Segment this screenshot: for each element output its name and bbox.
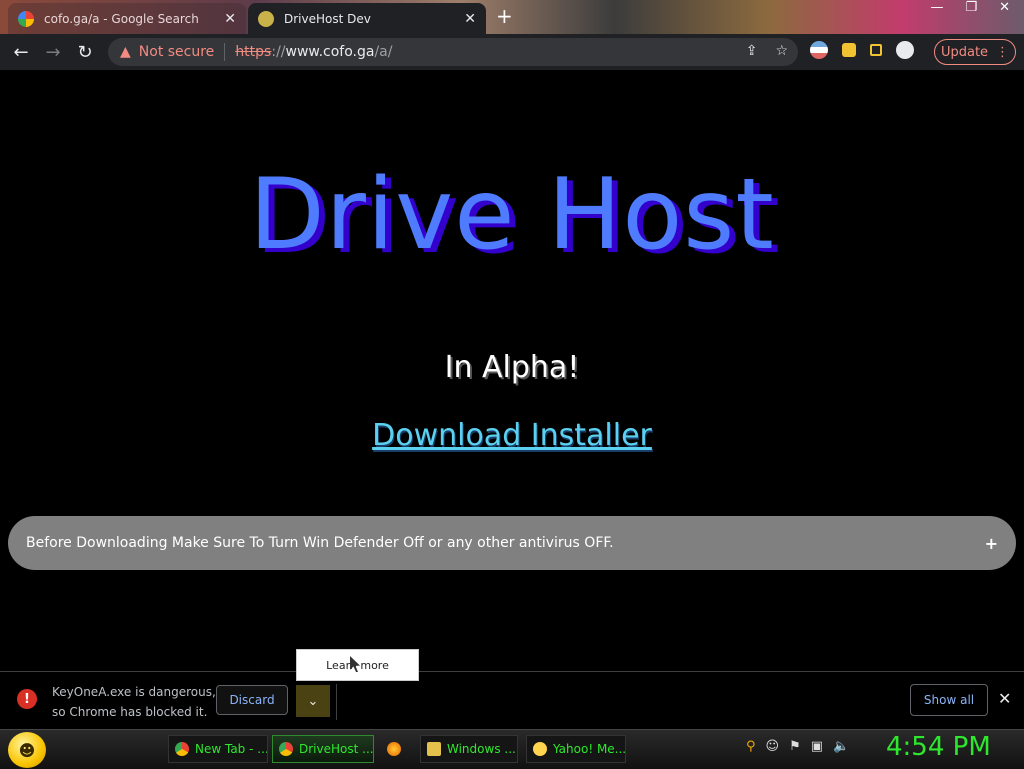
close-shelf-icon[interactable]: ✕ <box>998 689 1011 708</box>
download-shelf: ! KeyOneA.exe is dangerous, so Chrome ha… <box>0 671 1024 730</box>
bookmark-star-icon[interactable]: ☆ <box>775 43 788 59</box>
taskbar-item-firefox[interactable] <box>380 735 414 763</box>
expand-plus-icon[interactable]: + <box>985 534 998 553</box>
danger-icon: ! <box>17 689 37 709</box>
taskbar-item-new-tab[interactable]: New Tab - ... <box>168 735 268 763</box>
yahoo-icon <box>533 742 547 756</box>
security-indicator[interactable]: Not secure <box>139 44 215 60</box>
page-subtitle: In Alpha! <box>444 350 580 385</box>
taskbar-item-label: Yahoo! Me... <box>553 742 626 756</box>
omnibox-actions: ⇪ ☆ <box>746 43 788 59</box>
page-title: Drive Host <box>249 158 775 272</box>
back-icon[interactable]: ← <box>10 42 32 63</box>
share-icon[interactable]: ⇪ <box>746 43 758 59</box>
taskbar-clock[interactable]: 4:54 PM <box>886 732 991 762</box>
taskbar-item-label: New Tab - ... <box>195 742 268 756</box>
close-icon[interactable]: ✕ <box>464 11 476 27</box>
minimize-icon[interactable]: — <box>930 0 943 15</box>
url-separator: :// <box>271 44 286 60</box>
taskbar-item-drivehost[interactable]: DriveHost ... <box>272 735 374 763</box>
shelf-divider <box>336 684 337 720</box>
warning-icon: ▲ <box>120 44 131 60</box>
notice-text: Before Downloading Make Sure To Turn Win… <box>26 535 614 551</box>
site-favicon-icon <box>258 10 274 27</box>
url-scheme: https <box>235 44 272 60</box>
window-controls: — ❐ ✕ <box>930 0 1010 15</box>
close-icon[interactable]: ✕ <box>224 11 236 27</box>
warning-line-2: so Chrome has blocked it. <box>52 705 208 719</box>
discard-button[interactable]: Discard <box>216 685 288 715</box>
flag-icon[interactable]: ⚑ <box>789 739 801 754</box>
taskbar-item-label: DriveHost ... <box>299 742 374 756</box>
tab-title: cofo.ga/a - Google Search <box>44 11 199 26</box>
new-tab-button[interactable]: + <box>496 4 513 28</box>
restore-icon[interactable]: ❐ <box>965 0 977 15</box>
chrome-icon <box>175 742 189 756</box>
start-smiley-icon[interactable]: ☻ <box>8 732 46 768</box>
kebab-menu-icon: ⋮ <box>996 44 1010 60</box>
url-host: www.cofo.ga <box>285 44 375 60</box>
search-icon[interactable]: ⚲ <box>746 739 756 754</box>
show-all-button[interactable]: Show all <box>910 684 988 716</box>
taskbar-item-yahoo[interactable]: Yahoo! Me... <box>526 735 626 763</box>
folder-icon <box>427 742 441 756</box>
flag-extension-icon[interactable] <box>810 41 828 59</box>
window-close-icon[interactable]: ✕ <box>999 0 1010 15</box>
reload-icon[interactable]: ↻ <box>74 42 96 63</box>
antivirus-notice-accordion[interactable]: Before Downloading Make Sure To Turn Win… <box>8 516 1016 570</box>
firefox-icon <box>387 742 401 756</box>
warning-line-1: KeyOneA.exe is dangerous, <box>52 685 216 699</box>
taskbar: ☻ New Tab - ... DriveHost ... Windows ..… <box>0 729 1024 769</box>
tab-google-search[interactable]: cofo.ga/a - Google Search ✕ <box>8 3 246 34</box>
profile-avatar-icon[interactable] <box>896 41 914 59</box>
tab-title: DriveHost Dev <box>284 11 371 26</box>
system-tray: ⚲ ☺ ⚑ ▣ 🔈 <box>746 739 849 754</box>
download-installer-link[interactable]: Download Installer <box>0 418 1024 453</box>
update-label: Update <box>940 44 989 60</box>
download-warning-message: KeyOneA.exe is dangerous, so Chrome has … <box>52 682 216 722</box>
chevron-down-icon[interactable]: ⌄ <box>296 685 330 717</box>
taskbar-item-windows[interactable]: Windows ... <box>420 735 518 763</box>
url-path: /a/ <box>374 44 393 60</box>
volume-icon[interactable]: 🔈 <box>833 739 849 754</box>
network-icon[interactable]: ▣ <box>811 739 823 754</box>
google-icon <box>18 10 34 27</box>
forward-icon[interactable]: → <box>42 42 64 63</box>
omnibox-divider <box>224 43 226 61</box>
address-bar[interactable]: ▲ Not secure https :// www.cofo.ga /a/ ⇪… <box>108 38 798 66</box>
tab-strip: cofo.ga/a - Google Search ✕ DriveHost De… <box>0 0 1024 34</box>
tab-drivehost-dev[interactable]: DriveHost Dev ✕ <box>248 3 486 34</box>
side-panel-icon[interactable] <box>870 44 882 56</box>
extensions-puzzle-icon[interactable] <box>842 43 856 57</box>
chrome-icon <box>279 742 293 756</box>
taskbar-item-label: Windows ... <box>447 742 516 756</box>
messenger-icon[interactable]: ☺ <box>766 739 780 754</box>
extension-area <box>810 41 914 59</box>
update-button[interactable]: Update ⋮ <box>934 39 1016 65</box>
